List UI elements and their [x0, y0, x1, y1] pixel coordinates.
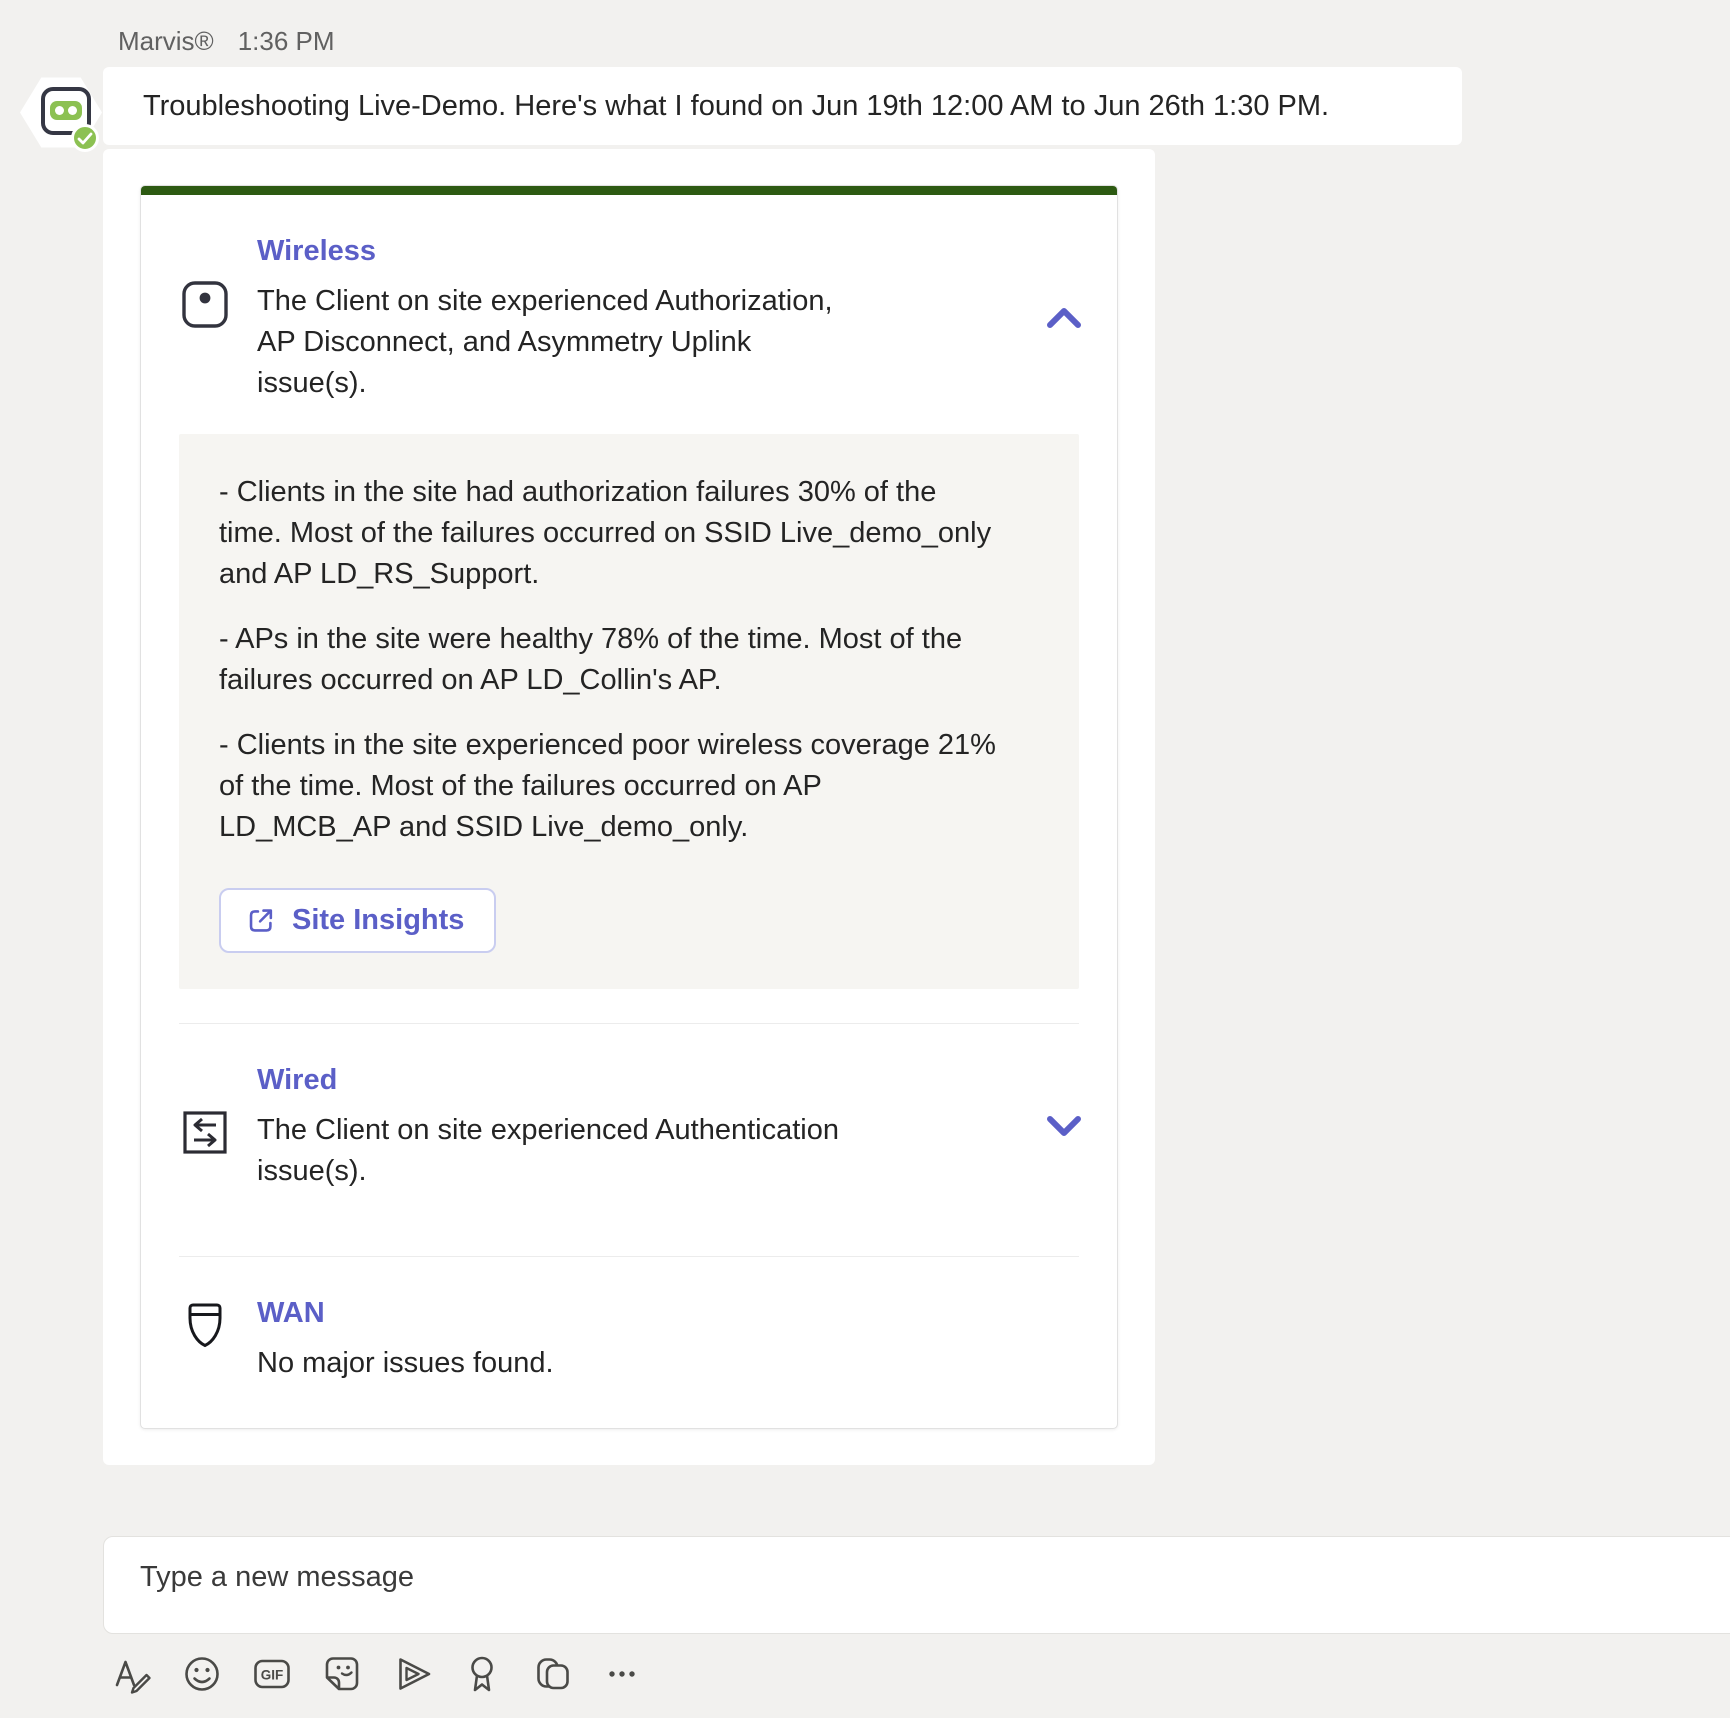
format-button[interactable]: [110, 1652, 154, 1696]
robot-mouth: [50, 101, 82, 120]
section-wan: WAN No major issues found.: [141, 1257, 1117, 1428]
wired-expand-button[interactable]: [1029, 1115, 1081, 1137]
emoji-button[interactable]: [180, 1652, 224, 1696]
wireless-details-panel: - Clients in the site had authorization …: [179, 434, 1079, 989]
robot-eye-icon: [68, 106, 77, 115]
site-insights-label: Site Insights: [292, 904, 465, 936]
bot-avatar[interactable]: [20, 72, 104, 152]
more-options-button[interactable]: [600, 1652, 644, 1696]
more-options-icon: [609, 1671, 635, 1677]
message-input[interactable]: [140, 1561, 1706, 1594]
message-meta: Marvis® 1:36 PM: [118, 26, 335, 57]
verified-check-icon: [71, 124, 99, 152]
wireless-bullet-coverage: - Clients in the site experienced poor w…: [219, 729, 996, 843]
message-timestamp: 1:36 PM: [237, 26, 335, 56]
sticker-icon: [325, 1657, 359, 1691]
wan-body: WAN No major issues found.: [257, 1293, 1029, 1384]
message-composer: [103, 1536, 1730, 1634]
gif-label: GIF: [261, 1668, 284, 1683]
compose-toolbar: GIF: [110, 1652, 644, 1696]
gif-icon: GIF: [254, 1659, 290, 1689]
external-link-icon: [249, 909, 273, 932]
wired-title: Wired: [257, 1064, 338, 1096]
wireless-collapse-button[interactable]: [1029, 307, 1081, 329]
sticker-button[interactable]: [320, 1652, 364, 1696]
wired-body: Wired The Client on site experienced Aut…: [257, 1060, 1029, 1192]
message-bubble-intro: Troubleshooting Live-Demo. Here's what I…: [103, 67, 1462, 145]
wired-summary: The Client on site experienced Authentic…: [257, 1114, 839, 1187]
access-point-icon: [181, 231, 257, 404]
card-accent-bar: [141, 186, 1117, 195]
updates-icon: [537, 1658, 569, 1690]
praise-icon: [471, 1656, 493, 1692]
updates-button[interactable]: [530, 1652, 574, 1696]
wan-shield-icon: [181, 1293, 257, 1384]
stream-icon: [399, 1658, 431, 1690]
wireless-bullet-authorization: - Clients in the site had authorization …: [219, 476, 992, 590]
troubleshooting-card: Wireless The Client on site experienced …: [140, 185, 1118, 1429]
stream-button[interactable]: [390, 1652, 434, 1696]
site-insights-button[interactable]: Site Insights: [219, 888, 497, 953]
wireless-body: Wireless The Client on site experienced …: [257, 231, 1029, 404]
wan-summary: No major issues found.: [257, 1347, 554, 1379]
gif-button[interactable]: GIF: [250, 1652, 294, 1696]
robot-eye-icon: [55, 106, 64, 115]
emoji-icon: [185, 1657, 219, 1691]
chevron-up-icon: [1047, 307, 1081, 328]
wireless-bullet-ap-health: - APs in the site were healthy 78% of th…: [219, 623, 963, 696]
switch-icon: [181, 1060, 257, 1192]
sender-name: Marvis®: [118, 26, 214, 56]
praise-button[interactable]: [460, 1652, 504, 1696]
message-bubble-card: Wireless The Client on site experienced …: [103, 149, 1155, 1465]
intro-text: Troubleshooting Live-Demo. Here's what I…: [143, 89, 1330, 122]
section-wired: Wired The Client on site experienced Aut…: [141, 1024, 1117, 1222]
format-icon: [115, 1660, 151, 1694]
section-wireless: Wireless The Client on site experienced …: [141, 195, 1117, 434]
wireless-title: Wireless: [257, 235, 377, 267]
wireless-summary: The Client on site experienced Authoriza…: [257, 285, 833, 399]
wan-title: WAN: [257, 1297, 325, 1329]
chevron-down-icon: [1047, 1116, 1081, 1136]
